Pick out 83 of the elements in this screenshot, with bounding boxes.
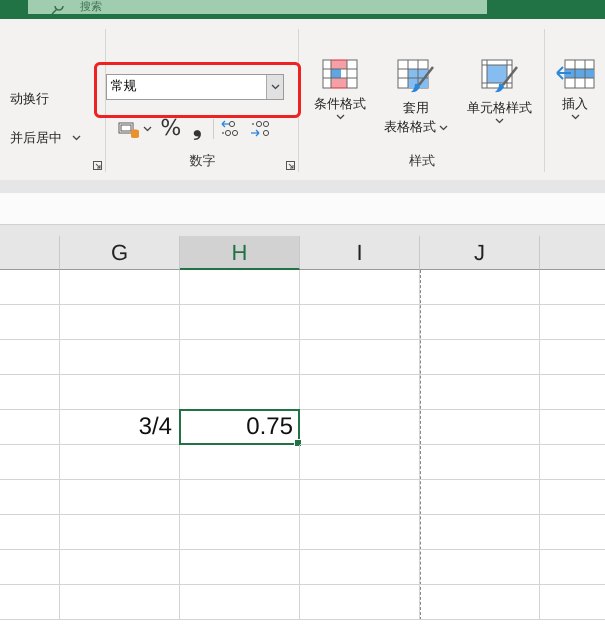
table-cell[interactable]: [60, 305, 180, 340]
ribbon-button[interactable]: 插入: [545, 59, 605, 120]
table-cell[interactable]: [300, 305, 420, 340]
ribbon-button[interactable]: 单元格样式: [454, 59, 544, 137]
table-cell[interactable]: [60, 445, 180, 480]
table-cell[interactable]: [60, 550, 180, 585]
table-brush-icon: [396, 59, 435, 93]
table-cell[interactable]: [180, 270, 300, 305]
table-cell[interactable]: [0, 515, 60, 550]
money-icon: [118, 120, 140, 138]
accounting-format-button[interactable]: [118, 120, 152, 138]
table-cell[interactable]: [180, 585, 300, 620]
table-cell[interactable]: [300, 375, 420, 410]
table-cell[interactable]: [180, 305, 300, 340]
table-cell[interactable]: [0, 585, 60, 620]
insert-column-icon: [555, 59, 596, 89]
table-cell[interactable]: [0, 550, 60, 585]
table-cell[interactable]: [180, 480, 300, 515]
highlighted-grid-icon: [322, 59, 358, 89]
table-cell[interactable]: [420, 305, 540, 340]
table-cell[interactable]: [420, 515, 540, 550]
group-label: 数字: [189, 153, 216, 170]
table-cell[interactable]: [0, 480, 60, 515]
table-cell[interactable]: 3/4: [60, 410, 180, 445]
caret-icon: [72, 135, 81, 141]
ribbon-button[interactable]: 条件格式: [303, 59, 378, 137]
table-cell[interactable]: [180, 515, 300, 550]
column-header[interactable]: J: [420, 236, 540, 270]
table-cell[interactable]: [180, 550, 300, 585]
table-cell[interactable]: [0, 445, 60, 480]
column-header[interactable]: I: [300, 236, 420, 270]
percent-style-button[interactable]: %: [160, 117, 182, 141]
caret-icon: [143, 126, 152, 132]
table-cell[interactable]: [420, 480, 540, 515]
table-cell[interactable]: [300, 340, 420, 375]
column-header[interactable]: H: [180, 236, 300, 270]
dialog-launcher-icon[interactable]: [286, 161, 296, 170]
formula-bar[interactable]: [0, 193, 605, 225]
table-cell[interactable]: [420, 270, 540, 305]
cell-brush-icon: [480, 59, 519, 93]
caret-icon: [270, 84, 280, 90]
search-icon: [50, 6, 64, 14]
ribbon-button[interactable]: 动换行: [10, 89, 106, 109]
table-cell[interactable]: [0, 305, 60, 340]
table-cell[interactable]: [300, 410, 420, 445]
table-cell[interactable]: [60, 480, 180, 515]
table-cell[interactable]: [420, 375, 540, 410]
table-cell[interactable]: [300, 585, 420, 620]
table-cell[interactable]: [180, 445, 300, 480]
ribbon-button[interactable]: 套用 表格格式: [377, 59, 455, 137]
caret-icon: [495, 118, 504, 124]
group-label: 样式: [408, 153, 435, 170]
column-header[interactable]: G: [60, 236, 180, 270]
table-cell[interactable]: [300, 445, 420, 480]
table-cell[interactable]: 0.75: [180, 410, 300, 445]
table-cell[interactable]: [180, 340, 300, 375]
table-cell[interactable]: [420, 550, 540, 585]
table-cell[interactable]: [60, 585, 180, 620]
caret-icon: [570, 114, 580, 120]
caret-icon: [336, 114, 345, 120]
table-cell[interactable]: [60, 515, 180, 550]
table-cell[interactable]: [420, 340, 540, 375]
table-cell[interactable]: [300, 480, 420, 515]
table-cell[interactable]: [0, 340, 60, 375]
fill-handle[interactable]: [294, 439, 302, 447]
table-cell[interactable]: [420, 585, 540, 620]
table-cell[interactable]: [0, 410, 60, 445]
column-header[interactable]: [0, 236, 60, 270]
number-format-dropdown[interactable]: 常规: [106, 74, 284, 100]
table-cell[interactable]: [60, 340, 180, 375]
table-cell[interactable]: [300, 270, 420, 305]
dialog-launcher-icon[interactable]: [93, 161, 102, 170]
table-cell[interactable]: [60, 375, 180, 410]
table-cell[interactable]: [0, 270, 60, 305]
table-cell[interactable]: [60, 270, 180, 305]
table-cell[interactable]: [420, 445, 540, 480]
table-cell[interactable]: [300, 515, 420, 550]
table-cell[interactable]: [300, 550, 420, 585]
ribbon-button[interactable]: 并后居中: [10, 128, 106, 148]
comma-style-button[interactable]: ❟: [189, 117, 206, 141]
caret-icon: [438, 124, 448, 130]
table-cell[interactable]: [0, 375, 60, 410]
table-cell[interactable]: [420, 410, 540, 445]
